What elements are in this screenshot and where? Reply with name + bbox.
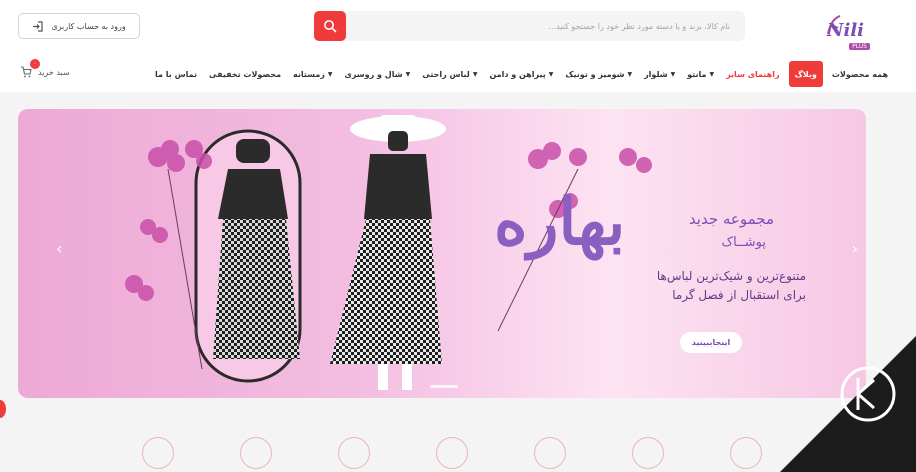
nav-label: وبلاگ: [794, 69, 817, 79]
search-input[interactable]: [348, 11, 738, 41]
nav-item-blouse-tunic[interactable]: شومیز و تونیک ▼: [559, 60, 638, 88]
watermark-logo-icon: [780, 336, 916, 472]
nav-label: محصولات تخفیفی: [209, 69, 282, 79]
next-arrow-icon[interactable]: ›: [852, 239, 858, 258]
banner-cta-button[interactable]: اینجاببینید: [680, 332, 742, 353]
main-nav: همه محصولات وبلاگ راهنمای سایز مانتو ▼ شل…: [149, 60, 894, 88]
nav-label: شلوار: [644, 69, 668, 79]
cart-button[interactable]: ۰ سبد خرید: [20, 59, 80, 80]
cart-icon: [21, 66, 32, 78]
banner-heading: مجموعه جدید: [688, 210, 774, 228]
nav-item-winter[interactable]: زمستانه ▼: [287, 60, 338, 88]
nav-label: راهنمای سایز: [726, 69, 780, 79]
search-bar: [314, 11, 745, 41]
logo[interactable]: Nili PLUS: [826, 12, 874, 50]
banner-description: متنوع‌ترین و شیک‌ترین لباس‌ها برای استقب…: [656, 269, 806, 302]
hero-banner[interactable]: ‹ › بهاره مجموعه جدید پوشــاک متنوع‌ترین…: [18, 109, 866, 398]
search-button[interactable]: [314, 11, 346, 41]
nav-label: زمستانه: [293, 69, 325, 79]
chevron-down-icon: ▼: [327, 70, 333, 78]
chevron-down-icon: ▼: [709, 70, 715, 78]
nav-item-blog[interactable]: وبلاگ: [788, 61, 823, 87]
nav-label: پیراهن و دامن: [489, 69, 546, 79]
cart-count-badge: ۰: [30, 59, 40, 69]
chevron-down-icon: ▼: [670, 70, 676, 78]
login-label: ورود به حساب کاربری: [51, 21, 126, 31]
floating-help-button[interactable]: [0, 400, 6, 418]
nav-label: شال و روسری: [344, 69, 403, 79]
banner-subheading: پوشــاک: [721, 235, 766, 250]
nav-item-contact[interactable]: تماس با ما: [149, 60, 203, 88]
logo-text: Nili: [827, 20, 864, 41]
nav-item-dress-skirt[interactable]: پیراهن و دامن ▼: [483, 60, 559, 88]
chevron-down-icon: ▼: [405, 70, 411, 78]
login-icon: [33, 20, 43, 32]
prev-arrow-icon[interactable]: ‹: [56, 239, 62, 258]
cart-label: سبد خرید: [38, 67, 70, 77]
banner-calligraphy: بهاره: [494, 185, 626, 260]
nav-item-manteau[interactable]: مانتو ▼: [681, 60, 720, 88]
logo-badge: PLUS: [849, 43, 870, 50]
nav-item-discounted[interactable]: محصولات تخفیفی: [203, 60, 287, 88]
chevron-down-icon: ▼: [472, 70, 478, 78]
nav-item-scarf[interactable]: شال و روسری ▼: [339, 60, 417, 88]
nav-item-pants[interactable]: شلوار ▼: [638, 60, 681, 88]
chevron-down-icon: ▼: [627, 70, 633, 78]
nav-label: همه محصولات: [831, 69, 888, 79]
login-button[interactable]: ورود به حساب کاربری: [18, 13, 140, 39]
nav-label: تماس با ما: [155, 69, 197, 79]
nav-item-size-guide[interactable]: راهنمای سایز: [720, 60, 786, 88]
header: Nili PLUS ورود به حساب کاربری ۰ سبد خرید…: [0, 0, 916, 92]
chevron-down-icon: ▼: [548, 70, 554, 78]
nav-label: شومیز و تونیک: [565, 69, 625, 79]
banner-illustration: [125, 115, 652, 390]
nav-label: مانتو: [687, 69, 707, 79]
carousel-indicator[interactable]: [430, 385, 458, 388]
nav-item-homewear[interactable]: لباس راحتی ▼: [416, 60, 483, 88]
nav-label: لباس راحتی: [422, 69, 470, 79]
search-icon: [324, 20, 337, 33]
nav-item-all-products[interactable]: همه محصولات: [826, 60, 894, 88]
